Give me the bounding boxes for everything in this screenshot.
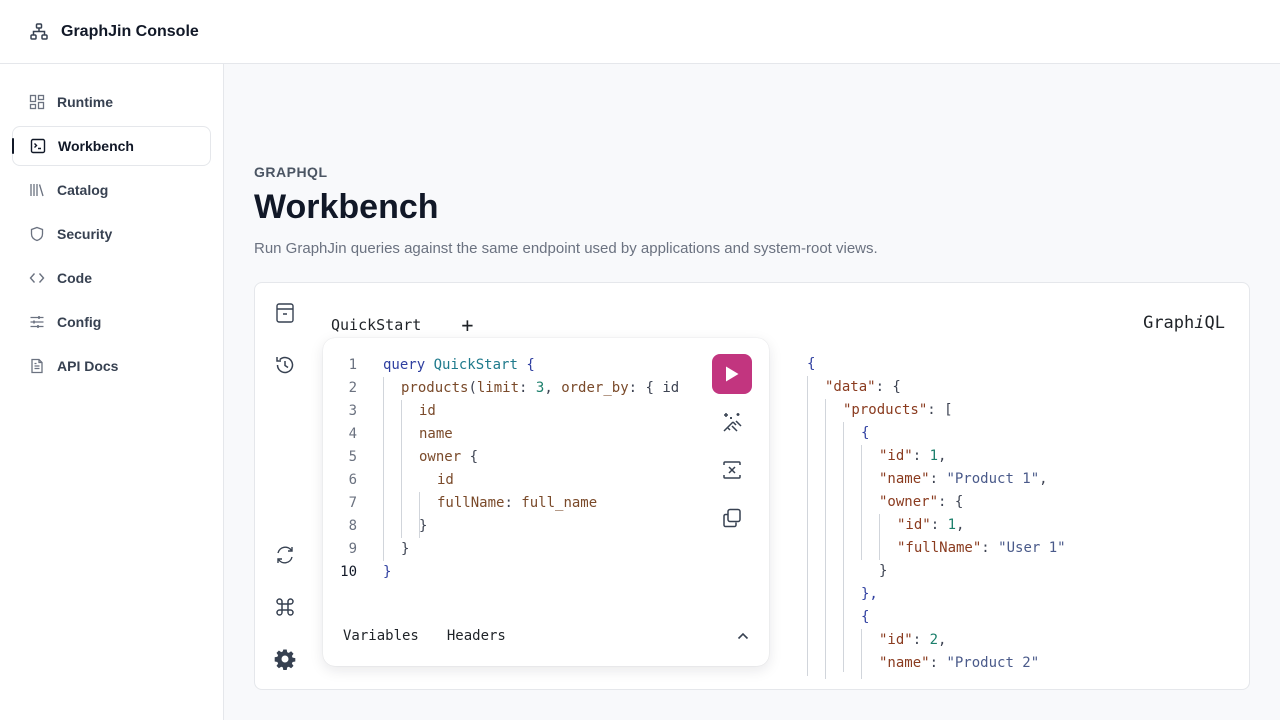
graphiql-logo: GraphiQL: [1143, 313, 1225, 333]
chevron-up-icon[interactable]: [735, 628, 751, 644]
graphiql-panel: QuickStart + GraphiQL 1 query QuickStart …: [254, 282, 1250, 690]
sidebar-item-label: Catalog: [57, 182, 109, 198]
sidebar-item-runtime[interactable]: Runtime: [12, 82, 211, 122]
main-content: GRAPHQL Workbench Run GraphJin queries a…: [224, 64, 1280, 720]
shield-icon: [28, 226, 45, 243]
sidebar-item-security[interactable]: Security: [12, 214, 211, 254]
prettify-icon[interactable]: [720, 410, 744, 434]
page-title: Workbench: [254, 188, 439, 226]
sidebar-item-label: Runtime: [57, 94, 113, 110]
code-icon: [28, 270, 45, 287]
document-icon: [28, 358, 45, 375]
tab-headers[interactable]: Headers: [447, 628, 506, 644]
sidebar-item-label: API Docs: [57, 358, 119, 374]
library-icon: [28, 182, 45, 199]
sidebar-item-workbench[interactable]: Workbench: [12, 126, 211, 166]
result-viewer[interactable]: { "data": { "products": [ { "id": 1, "na…: [807, 353, 1066, 679]
brand[interactable]: GraphJin Console: [29, 22, 199, 42]
terminal-icon: [29, 138, 46, 155]
play-icon: [726, 366, 739, 382]
page-subtitle: Run GraphJin queries against the same en…: [254, 240, 878, 257]
sliders-icon: [28, 314, 45, 331]
sidebar-item-label: Code: [57, 270, 92, 286]
sidebar-item-config[interactable]: Config: [12, 302, 211, 342]
sidebar: Runtime Workbench Catalog Security Code …: [0, 64, 224, 720]
copy-icon[interactable]: [720, 506, 744, 530]
sidebar-item-label: Workbench: [58, 138, 134, 154]
top-bar: GraphJin Console: [0, 0, 1280, 64]
sitemap-icon: [29, 22, 49, 42]
merge-fragments-icon[interactable]: [720, 458, 744, 482]
editor-bottom-tabs: Variables Headers: [343, 628, 534, 644]
query-editor[interactable]: 1 query QuickStart { 2 products(limit: 3, …: [323, 338, 769, 666]
history-icon[interactable]: [273, 353, 297, 377]
add-tab-button[interactable]: +: [461, 313, 473, 337]
run-query-button[interactable]: [712, 354, 752, 394]
tab-quickstart[interactable]: QuickStart: [331, 316, 421, 334]
page-eyebrow: GRAPHQL: [254, 164, 328, 180]
docs-explorer-icon[interactable]: [273, 301, 297, 325]
shortcuts-icon[interactable]: [273, 595, 297, 619]
sidebar-item-label: Security: [57, 226, 113, 242]
refetch-schema-icon[interactable]: [273, 543, 297, 567]
dashboard-icon: [28, 94, 45, 111]
graphiql-sidebar: [267, 283, 303, 689]
settings-gear-icon[interactable]: [273, 647, 297, 671]
sidebar-item-api-docs[interactable]: API Docs: [12, 346, 211, 386]
tab-variables[interactable]: Variables: [343, 628, 419, 644]
sidebar-item-label: Config: [57, 314, 102, 330]
app-title: GraphJin Console: [61, 22, 199, 40]
sidebar-item-code[interactable]: Code: [12, 258, 211, 298]
query-tabs: QuickStart +: [331, 313, 473, 337]
sidebar-item-catalog[interactable]: Catalog: [12, 170, 211, 210]
